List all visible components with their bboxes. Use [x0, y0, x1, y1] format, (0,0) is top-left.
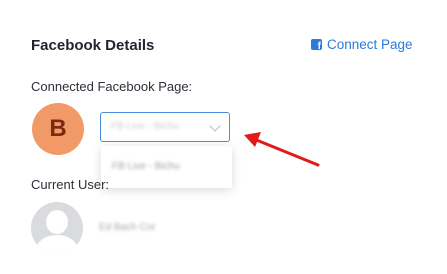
- page-avatar: B: [32, 103, 84, 155]
- page-select-dropdown[interactable]: FB Live - Bichu: [100, 112, 230, 142]
- page-avatar-letter: B: [49, 115, 67, 142]
- page-dropdown-menu: FB Live - Bichu: [101, 146, 232, 188]
- chevron-down-icon: [209, 120, 221, 132]
- current-user-label: Current User:: [31, 177, 110, 192]
- selected-page-value: FB Live - Bichu: [111, 121, 179, 132]
- connect-page-link[interactable]: Connect Page: [311, 37, 413, 52]
- avatar-body-shape: [36, 235, 78, 254]
- connected-page-label: Connected Facebook Page:: [31, 79, 193, 94]
- facebook-icon: [311, 39, 322, 52]
- user-avatar: [31, 202, 83, 254]
- facebook-details-panel: Facebook Details Connect Page Connected …: [0, 0, 447, 274]
- avatar-head-shape: [46, 210, 68, 234]
- section-title: Facebook Details: [31, 37, 155, 54]
- annotation-arrow-icon: [244, 132, 320, 167]
- connect-page-label: Connect Page: [327, 37, 413, 52]
- dropdown-option[interactable]: FB Live - Bichu: [112, 161, 180, 172]
- user-name: Ed Bach Cor: [99, 222, 156, 233]
